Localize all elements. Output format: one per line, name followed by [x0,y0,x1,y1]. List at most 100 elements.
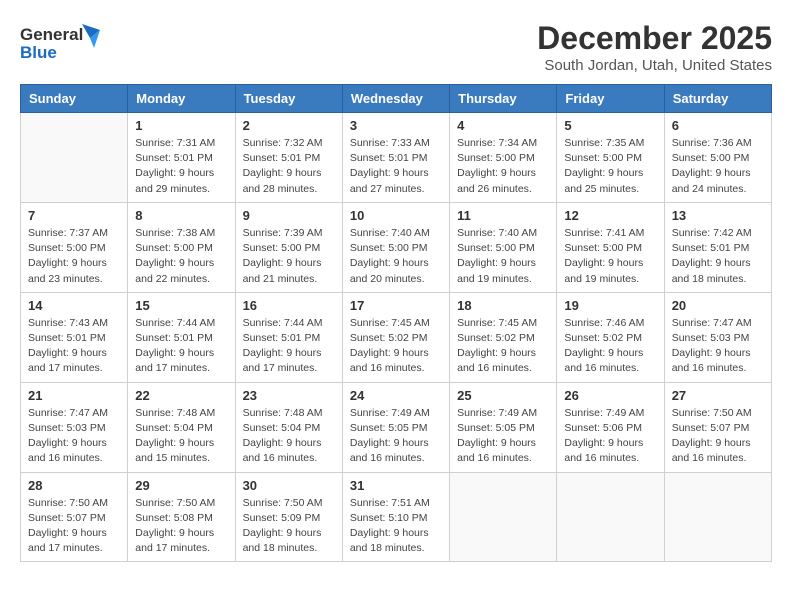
calendar-day-cell: 1 Sunrise: 7:31 AM Sunset: 5:01 PM Daylig… [128,113,235,203]
day-number: 27 [672,388,764,403]
calendar-day-cell [557,472,664,562]
day-info: Sunrise: 7:50 AM Sunset: 5:07 PM Dayligh… [672,406,764,467]
day-info: Sunrise: 7:32 AM Sunset: 5:01 PM Dayligh… [243,136,335,197]
day-number: 21 [28,388,120,403]
weekday-header: Tuesday [235,85,342,113]
calendar-day-cell: 4 Sunrise: 7:34 AM Sunset: 5:00 PM Daylig… [450,113,557,203]
calendar-day-cell: 6 Sunrise: 7:36 AM Sunset: 5:00 PM Daylig… [664,113,771,203]
month-title: December 2025 [537,20,772,57]
calendar-day-cell: 30 Sunrise: 7:50 AM Sunset: 5:09 PM Dayli… [235,472,342,562]
day-number: 26 [564,388,656,403]
day-number: 4 [457,118,549,133]
calendar-week-row: 7 Sunrise: 7:37 AM Sunset: 5:00 PM Daylig… [21,202,772,292]
weekday-header: Saturday [664,85,771,113]
day-number: 3 [350,118,442,133]
day-info: Sunrise: 7:40 AM Sunset: 5:00 PM Dayligh… [457,226,549,287]
day-number: 7 [28,208,120,223]
day-info: Sunrise: 7:40 AM Sunset: 5:00 PM Dayligh… [350,226,442,287]
calendar-day-cell: 9Sunrise: 7:39 AM Sunset: 5:00 PM Daylig… [235,202,342,292]
page-header: GeneralBlue December 2025 South Jordan, … [20,20,772,74]
day-info: Sunrise: 7:51 AM Sunset: 5:10 PM Dayligh… [350,496,442,557]
day-info: Sunrise: 7:45 AM Sunset: 5:02 PM Dayligh… [350,316,442,377]
day-number: 2 [243,118,335,133]
day-info: Sunrise: 7:45 AM Sunset: 5:02 PM Dayligh… [457,316,549,377]
day-number: 25 [457,388,549,403]
day-info: Sunrise: 7:48 AM Sunset: 5:04 PM Dayligh… [135,406,227,467]
day-number: 29 [135,478,227,493]
day-info: Sunrise: 7:33 AM Sunset: 5:01 PM Dayligh… [350,136,442,197]
calendar-day-cell: 22 Sunrise: 7:48 AM Sunset: 5:04 PM Dayli… [128,382,235,472]
calendar-day-cell: 14Sunrise: 7:43 AM Sunset: 5:01 PM Dayli… [21,292,128,382]
svg-text:Blue: Blue [20,43,57,62]
calendar-week-row: 28Sunrise: 7:50 AM Sunset: 5:07 PM Dayli… [21,472,772,562]
weekday-header-row: SundayMondayTuesdayWednesdayThursdayFrid… [21,85,772,113]
day-info: Sunrise: 7:49 AM Sunset: 5:05 PM Dayligh… [457,406,549,467]
day-number: 11 [457,208,549,223]
calendar-day-cell: 11 Sunrise: 7:40 AM Sunset: 5:00 PM Dayli… [450,202,557,292]
day-number: 19 [564,298,656,313]
logo: GeneralBlue [20,20,110,62]
day-number: 13 [672,208,764,223]
day-info: Sunrise: 7:35 AM Sunset: 5:00 PM Dayligh… [564,136,656,197]
calendar-day-cell: 28Sunrise: 7:50 AM Sunset: 5:07 PM Dayli… [21,472,128,562]
day-info: Sunrise: 7:39 AM Sunset: 5:00 PM Dayligh… [243,226,335,287]
day-number: 15 [135,298,227,313]
calendar-day-cell: 2 Sunrise: 7:32 AM Sunset: 5:01 PM Daylig… [235,113,342,203]
calendar-table: SundayMondayTuesdayWednesdayThursdayFrid… [20,84,772,562]
day-number: 1 [135,118,227,133]
day-number: 17 [350,298,442,313]
day-info: Sunrise: 7:31 AM Sunset: 5:01 PM Dayligh… [135,136,227,197]
weekday-header: Thursday [450,85,557,113]
day-info: Sunrise: 7:37 AM Sunset: 5:00 PM Dayligh… [28,226,120,287]
day-number: 16 [243,298,335,313]
calendar-day-cell: 16 Sunrise: 7:44 AM Sunset: 5:01 PM Dayli… [235,292,342,382]
calendar-day-cell: 23 Sunrise: 7:48 AM Sunset: 5:04 PM Dayli… [235,382,342,472]
day-info: Sunrise: 7:38 AM Sunset: 5:00 PM Dayligh… [135,226,227,287]
calendar-day-cell: 21 Sunrise: 7:47 AM Sunset: 5:03 PM Dayli… [21,382,128,472]
day-number: 8 [135,208,227,223]
svg-text:General: General [20,25,83,44]
day-info: Sunrise: 7:50 AM Sunset: 5:09 PM Dayligh… [243,496,335,557]
calendar-day-cell [450,472,557,562]
day-number: 24 [350,388,442,403]
calendar-day-cell: 24Sunrise: 7:49 AM Sunset: 5:05 PM Dayli… [342,382,449,472]
day-info: Sunrise: 7:36 AM Sunset: 5:00 PM Dayligh… [672,136,764,197]
calendar-day-cell: 26 Sunrise: 7:49 AM Sunset: 5:06 PM Dayli… [557,382,664,472]
day-number: 31 [350,478,442,493]
day-info: Sunrise: 7:48 AM Sunset: 5:04 PM Dayligh… [243,406,335,467]
day-number: 10 [350,208,442,223]
calendar-day-cell: 27 Sunrise: 7:50 AM Sunset: 5:07 PM Dayli… [664,382,771,472]
calendar-day-cell: 12 Sunrise: 7:41 AM Sunset: 5:00 PM Dayli… [557,202,664,292]
day-info: Sunrise: 7:43 AM Sunset: 5:01 PM Dayligh… [28,316,120,377]
calendar-day-cell: 19 Sunrise: 7:46 AM Sunset: 5:02 PM Dayli… [557,292,664,382]
day-number: 6 [672,118,764,133]
day-info: Sunrise: 7:42 AM Sunset: 5:01 PM Dayligh… [672,226,764,287]
day-info: Sunrise: 7:50 AM Sunset: 5:08 PM Dayligh… [135,496,227,557]
calendar-day-cell: 7 Sunrise: 7:37 AM Sunset: 5:00 PM Daylig… [21,202,128,292]
calendar-week-row: 21 Sunrise: 7:47 AM Sunset: 5:03 PM Dayli… [21,382,772,472]
calendar-day-cell [664,472,771,562]
calendar-day-cell: 10 Sunrise: 7:40 AM Sunset: 5:00 PM Dayli… [342,202,449,292]
day-info: Sunrise: 7:46 AM Sunset: 5:02 PM Dayligh… [564,316,656,377]
day-number: 18 [457,298,549,313]
day-number: 22 [135,388,227,403]
calendar-day-cell: 13 Sunrise: 7:42 AM Sunset: 5:01 PM Dayli… [664,202,771,292]
day-number: 28 [28,478,120,493]
day-number: 23 [243,388,335,403]
day-info: Sunrise: 7:49 AM Sunset: 5:06 PM Dayligh… [564,406,656,467]
day-info: Sunrise: 7:41 AM Sunset: 5:00 PM Dayligh… [564,226,656,287]
day-info: Sunrise: 7:44 AM Sunset: 5:01 PM Dayligh… [243,316,335,377]
weekday-header: Wednesday [342,85,449,113]
day-number: 5 [564,118,656,133]
calendar-day-cell: 31 Sunrise: 7:51 AM Sunset: 5:10 PM Dayli… [342,472,449,562]
day-number: 20 [672,298,764,313]
calendar-day-cell: 18 Sunrise: 7:45 AM Sunset: 5:02 PM Dayli… [450,292,557,382]
day-number: 30 [243,478,335,493]
calendar-day-cell: 20Sunrise: 7:47 AM Sunset: 5:03 PM Dayli… [664,292,771,382]
weekday-header: Monday [128,85,235,113]
day-info: Sunrise: 7:34 AM Sunset: 5:00 PM Dayligh… [457,136,549,197]
title-area: December 2025 South Jordan, Utah, United… [537,20,772,74]
location: South Jordan, Utah, United States [537,57,772,74]
day-info: Sunrise: 7:47 AM Sunset: 5:03 PM Dayligh… [28,406,120,467]
day-number: 12 [564,208,656,223]
